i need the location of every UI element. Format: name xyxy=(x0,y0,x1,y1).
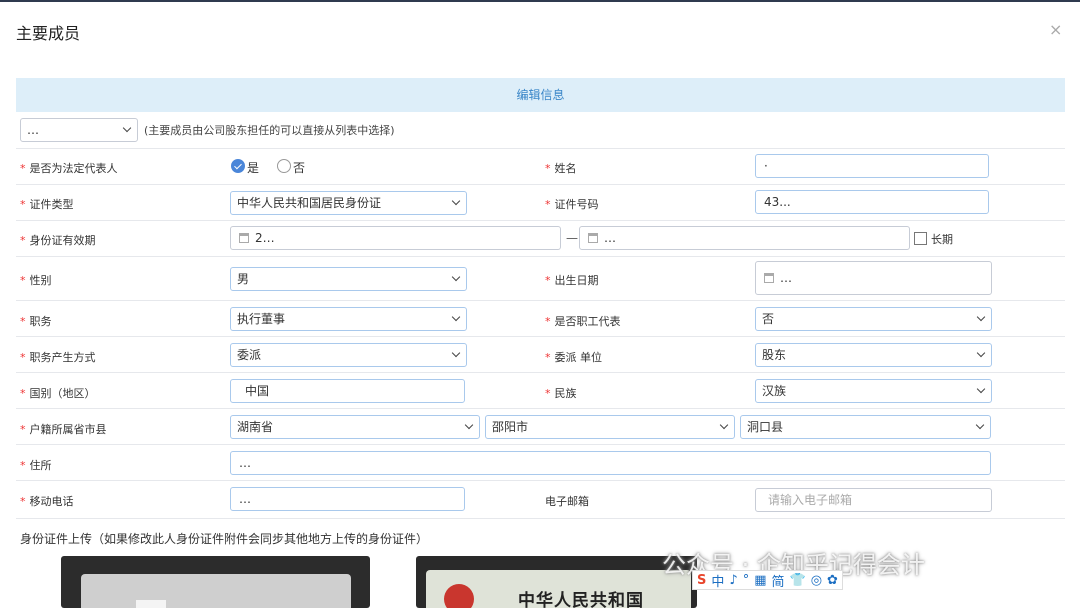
city-select[interactable]: 邵阳市 xyxy=(485,415,735,439)
chinese-mode-icon[interactable]: 中 xyxy=(711,571,724,590)
id-validity-label: * 身份证有效期 xyxy=(20,234,96,247)
punctuation-icon[interactable]: ° xyxy=(743,573,750,588)
row-divider xyxy=(16,444,1065,445)
ethnicity-label: * 民族 xyxy=(545,387,577,400)
row-divider xyxy=(16,184,1065,185)
sogou-logo-icon: S xyxy=(697,572,707,588)
id-card-chip xyxy=(136,600,166,608)
row-divider xyxy=(16,336,1065,337)
calendar-icon xyxy=(764,273,774,283)
legal-rep-no-label: 否 xyxy=(293,161,306,175)
nationality-label: * 国别（地区） xyxy=(20,387,96,400)
id-type-label: * 证件类型 xyxy=(20,198,74,211)
row-divider xyxy=(16,518,1065,519)
row-divider xyxy=(16,372,1065,373)
appointing-unit-label: * 委派 单位 xyxy=(545,351,602,364)
id-upload-title: 身份证件上传（如果修改此人身份证件附件会同步其他地方上传的身份证件） xyxy=(20,532,429,546)
long-term-label: 长期 xyxy=(931,233,953,246)
appointment-method-select[interactable]: 委派 xyxy=(230,343,467,367)
birth-date-field[interactable]: … xyxy=(755,261,992,295)
simplified-icon[interactable]: 简 xyxy=(771,571,784,590)
row-divider xyxy=(16,220,1065,221)
address-field[interactable]: … xyxy=(230,451,991,475)
mobile-label: * 移动电话 xyxy=(20,495,74,508)
gender-select[interactable]: 男 xyxy=(230,267,467,291)
top-border xyxy=(0,0,1080,2)
edit-info-banner: 编辑信息 xyxy=(16,78,1065,112)
legal-rep-label: * 是否为法定代表人 xyxy=(20,162,118,175)
birth-date-label: * 出生日期 xyxy=(545,274,599,287)
row-divider xyxy=(16,256,1065,257)
id-card-front-image xyxy=(81,574,351,608)
member-select[interactable]: … xyxy=(20,118,138,142)
gender-label: * 性别 xyxy=(20,274,52,287)
ime-toolbar[interactable]: S 中 ♪ ° ▦ 简 👕 ◎ ✿ xyxy=(692,570,843,590)
id-number-field[interactable]: 43... xyxy=(755,190,989,214)
row-divider xyxy=(16,300,1065,301)
employee-rep-label: * 是否职工代表 xyxy=(545,315,621,328)
name-label: * 姓名 xyxy=(545,162,577,175)
settings-icon[interactable]: ✿ xyxy=(827,573,838,588)
close-icon[interactable]: × xyxy=(1049,20,1062,40)
id-number-label: * 证件号码 xyxy=(545,198,599,211)
row-divider xyxy=(16,480,1065,481)
calendar-icon xyxy=(588,233,598,243)
appointing-unit-select[interactable]: 股东 xyxy=(755,343,992,367)
id-validity-start-value: 2… xyxy=(255,231,275,245)
legal-rep-no-radio[interactable] xyxy=(277,159,291,173)
birth-date-value: … xyxy=(780,271,792,285)
id-validity-end-field[interactable]: … xyxy=(579,226,910,250)
legal-rep-yes-label: 是 xyxy=(247,161,260,175)
date-range-dash: — xyxy=(566,231,578,245)
email-label: 电子邮箱 xyxy=(545,495,589,508)
household-label: * 户籍所属省市县 xyxy=(20,423,107,436)
name-field[interactable]: · xyxy=(755,154,989,178)
county-select[interactable]: 洞口县 xyxy=(740,415,991,439)
skin-icon[interactable]: 👕 xyxy=(790,573,806,588)
province-select[interactable]: 湖南省 xyxy=(230,415,480,439)
position-select[interactable]: 执行董事 xyxy=(230,307,467,331)
member-select-hint: (主要成员由公司股东担任的可以直接从列表中选择) xyxy=(144,124,395,137)
calendar-icon xyxy=(239,233,249,243)
id-type-select[interactable]: 中华人民共和国居民身份证 xyxy=(230,191,467,215)
id-validity-start-field[interactable]: 2… xyxy=(230,226,561,250)
row-divider xyxy=(16,408,1065,409)
row-divider xyxy=(16,148,1065,149)
nationality-field[interactable]: 中国 xyxy=(230,379,465,403)
voice-icon[interactable]: ♪ xyxy=(729,573,737,588)
mobile-field[interactable]: … xyxy=(230,487,465,511)
long-term-checkbox[interactable] xyxy=(914,232,927,245)
id-front-photo[interactable] xyxy=(61,556,370,608)
toolbox-icon[interactable]: ◎ xyxy=(811,573,822,588)
legal-rep-yes-radio[interactable] xyxy=(231,159,245,173)
keyboard-icon[interactable]: ▦ xyxy=(754,573,766,588)
address-label: * 住所 xyxy=(20,459,52,472)
position-label: * 职务 xyxy=(20,315,52,328)
id-back-photo[interactable]: 中华人民共和国 xyxy=(416,556,697,608)
employee-rep-select[interactable]: 否 xyxy=(755,307,992,331)
id-back-text: 中华人民共和国 xyxy=(518,591,644,608)
national-emblem-icon xyxy=(444,584,474,608)
id-validity-end-value: … xyxy=(604,231,616,245)
ethnicity-select[interactable]: 汉族 xyxy=(755,379,992,403)
dialog-title: 主要成员 xyxy=(16,24,81,43)
appointment-method-label: * 职务产生方式 xyxy=(20,351,96,364)
email-field[interactable]: 请输入电子邮箱 xyxy=(755,488,992,512)
